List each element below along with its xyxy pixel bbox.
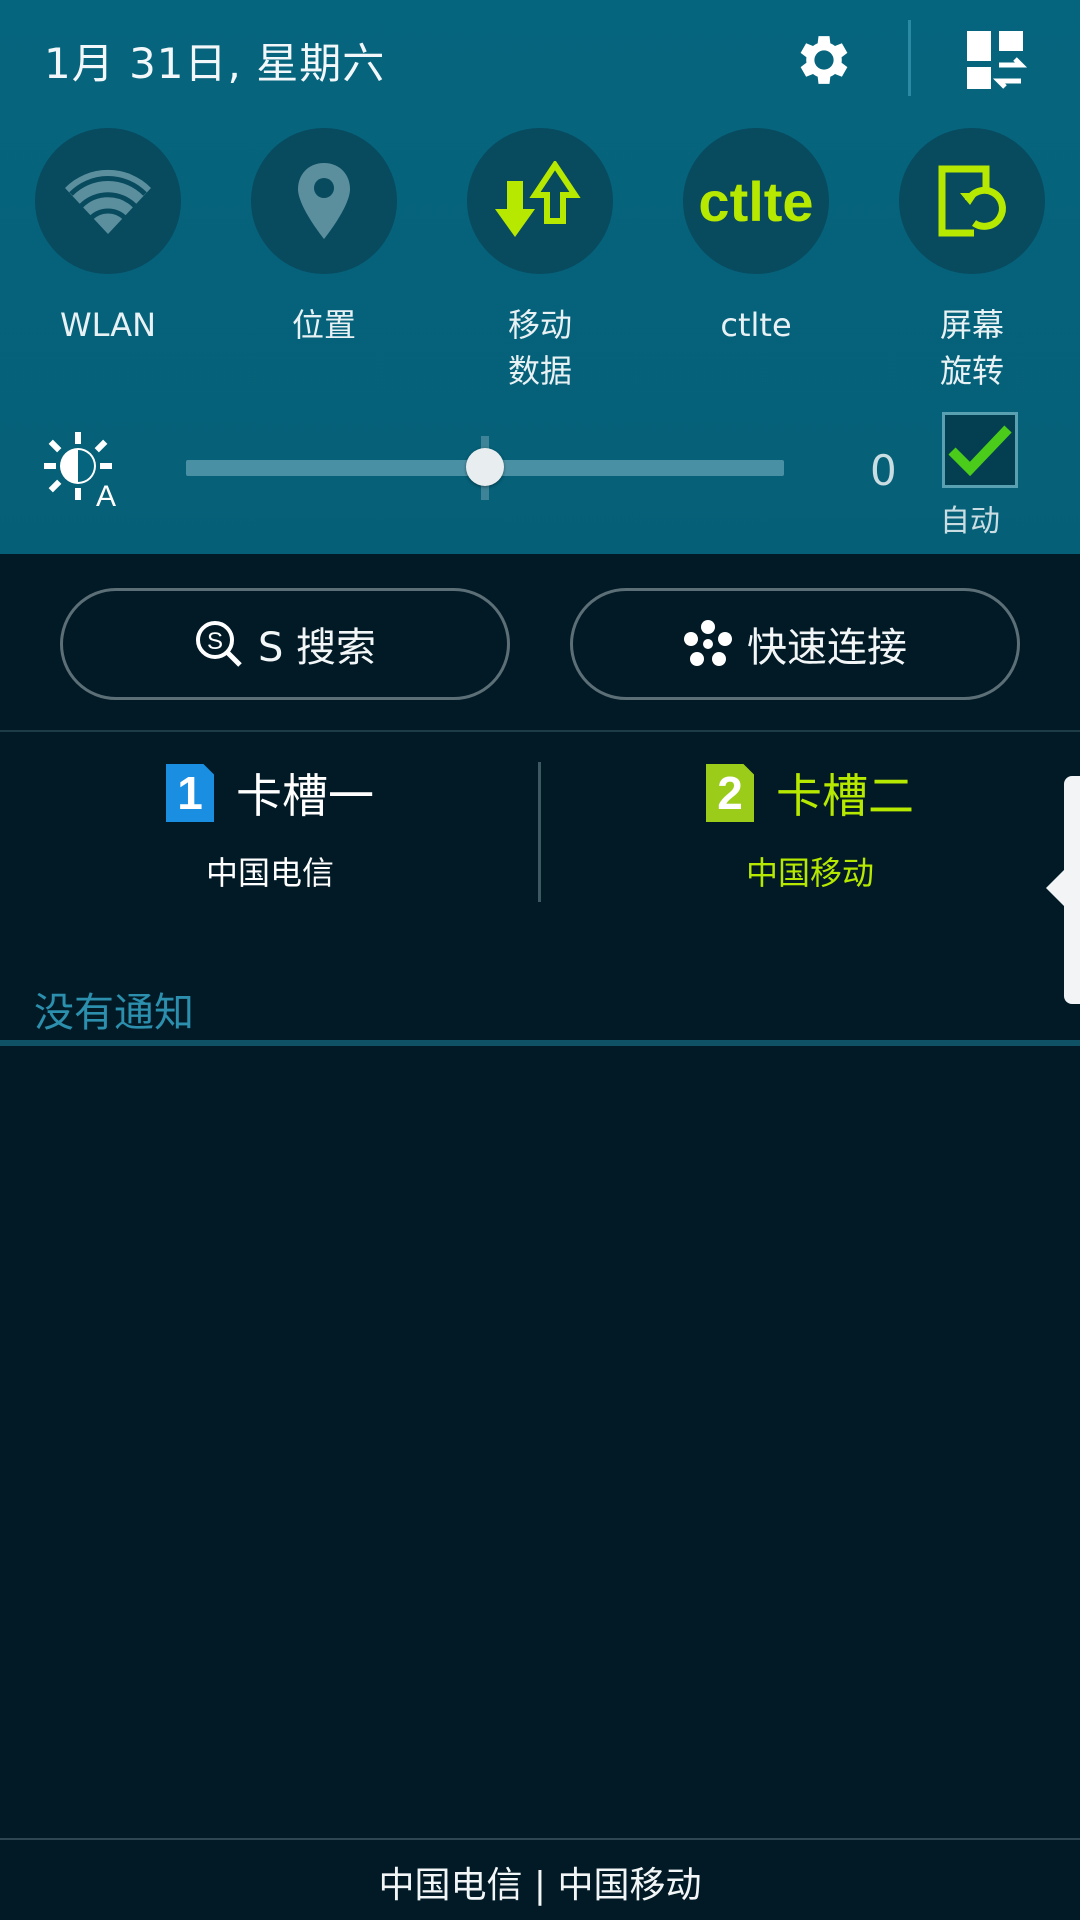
sim-slot-1[interactable]: 1 卡槽一 中国电信 xyxy=(0,760,540,910)
toggle-wlan-circle[interactable] xyxy=(35,128,181,274)
chevron-left-icon xyxy=(1046,870,1064,906)
notifications-divider xyxy=(0,1040,1080,1046)
toggle-screen-rotation[interactable]: 屏幕 旋转 xyxy=(864,128,1080,394)
settings-button[interactable] xyxy=(788,24,860,96)
sim-divider xyxy=(538,762,541,902)
gear-icon xyxy=(800,36,848,84)
edge-panel-handle[interactable] xyxy=(1064,776,1080,1004)
sim-slot-2[interactable]: 2 卡槽二 中国移动 xyxy=(540,760,1080,910)
carrier-footer: 中国电信 | 中国移动 xyxy=(378,1865,702,1906)
quick-connect-button[interactable]: 快速连接 xyxy=(570,588,1020,700)
svg-text:A: A xyxy=(96,480,116,508)
sim-2-title: 卡槽二 xyxy=(776,769,914,823)
toggle-location[interactable]: 位置 xyxy=(216,128,432,348)
sim-2-badge-icon: 2 xyxy=(706,764,754,822)
footer-divider xyxy=(0,1838,1080,1840)
brightness-slider-thumb[interactable] xyxy=(466,448,504,486)
quick-panel: 1月 31日, 星期六 WLAN 位置 移动 数据 ctlte ctlte 屏幕… xyxy=(0,0,1080,554)
quick-toggles: WLAN 位置 移动 数据 ctlte ctlte 屏幕 旋转 xyxy=(0,128,1080,390)
header-divider xyxy=(908,20,911,96)
toggle-mobile-data[interactable]: 移动 数据 xyxy=(432,128,648,394)
auto-brightness-checkbox[interactable] xyxy=(942,412,1018,488)
wifi-icon xyxy=(65,169,151,234)
toggle-screen-rotation-circle[interactable] xyxy=(899,128,1045,274)
sim-1-title: 卡槽一 xyxy=(236,769,374,823)
toggle-location-circle[interactable] xyxy=(251,128,397,274)
toggle-wlan-label: WLAN xyxy=(59,306,157,344)
svg-text:S: S xyxy=(207,628,223,655)
sim-1-carrier: 中国电信 xyxy=(205,854,334,892)
s-search-icon: S xyxy=(195,621,242,667)
screen-rotation-icon xyxy=(938,165,1006,237)
action-buttons: S S 搜索 快速连接 xyxy=(0,588,1080,700)
toggle-wlan[interactable]: WLAN xyxy=(0,128,216,348)
mobile-data-icon xyxy=(495,161,581,237)
section-divider xyxy=(0,730,1080,732)
toggle-location-label: 位置 xyxy=(291,306,356,344)
auto-brightness-label: 自动 xyxy=(940,504,1000,539)
sim-2-carrier: 中国移动 xyxy=(745,854,874,892)
brightness-row: A 0 自动 xyxy=(0,412,1080,539)
ctlte-icon: ctlte xyxy=(698,169,814,233)
auto-brightness-icon: A xyxy=(44,432,116,508)
checkmark-icon xyxy=(948,425,1012,477)
toggle-screen-rotation-label: 屏幕 旋转 xyxy=(939,306,1004,390)
date-text: 1月 31日, 星期六 xyxy=(44,39,386,88)
location-icon xyxy=(298,163,350,239)
edit-toggles-button[interactable] xyxy=(960,24,1032,96)
toggle-mobile-data-circle[interactable] xyxy=(467,128,613,274)
toggle-mobile-data-label: 移动 数据 xyxy=(507,306,572,390)
toggle-ctlte-label: ctlte xyxy=(720,306,792,344)
quick-connect-label: 快速连接 xyxy=(747,625,907,671)
grid-swap-icon xyxy=(967,31,1028,89)
brightness-value: 0 xyxy=(870,446,897,495)
toggle-ctlte-circle[interactable]: ctlte xyxy=(683,128,829,274)
s-search-button[interactable]: S S 搜索 xyxy=(60,588,510,700)
no-notifications-text: 没有通知 xyxy=(34,990,194,1036)
toggle-ctlte[interactable]: ctlte ctlte xyxy=(648,128,864,348)
quick-connect-icon xyxy=(684,620,732,666)
s-search-label: S 搜索 xyxy=(257,625,377,671)
sim-1-badge-icon: 1 xyxy=(166,764,214,822)
